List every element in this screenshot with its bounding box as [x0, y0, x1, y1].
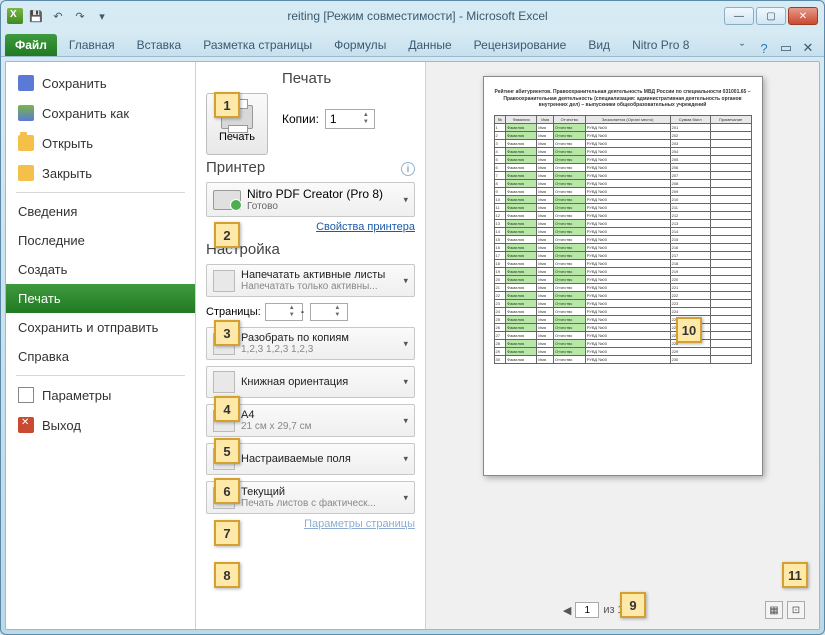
nav-print[interactable]: Печать — [6, 284, 195, 313]
titlebar: 💾 ↶ ↷ ▾ reiting [Режим совместимости] - … — [1, 1, 824, 31]
preview-page: Рейтинг абитуриентов. Правоохранительная… — [483, 76, 763, 476]
pages-from-spinner[interactable]: ▲▼ — [289, 305, 295, 319]
pages-to-input[interactable] — [310, 303, 348, 321]
backstage: Сохранить Сохранить как Открыть Закрыть … — [5, 61, 820, 630]
tab-insert[interactable]: Вставка — [127, 34, 192, 56]
printer-info-icon[interactable]: i — [401, 162, 415, 176]
window-title: reiting [Режим совместимости] - Microsof… — [111, 9, 724, 23]
close-button[interactable]: ✕ — [788, 7, 818, 25]
nav-save[interactable]: Сохранить — [6, 68, 195, 98]
printer-select[interactable]: Nitro PDF Creator (Pro 8) Готово — [206, 182, 415, 217]
callout-1: 1 — [214, 92, 240, 118]
qat-save-icon[interactable]: 💾 — [27, 7, 45, 25]
tab-view[interactable]: Вид — [578, 34, 620, 56]
save-icon — [18, 75, 34, 91]
exit-icon — [18, 417, 34, 433]
quick-access-toolbar: 💾 ↶ ↷ ▾ — [7, 7, 111, 25]
zoom-to-page-button[interactable]: ⊡ — [787, 601, 805, 619]
qat-custom-icon[interactable]: ▾ — [93, 7, 111, 25]
printer-icon — [213, 190, 241, 210]
prev-page-button[interactable]: ◀ — [563, 604, 571, 617]
print-preview: Рейтинг абитуриентов. Правоохранительная… — [426, 62, 819, 629]
printer-heading: Принтер — [206, 159, 415, 176]
callout-2: 2 — [214, 222, 240, 248]
maximize-button[interactable]: ▢ — [756, 7, 786, 25]
ribbon-tabs: Файл Главная Вставка Разметка страницы Ф… — [1, 31, 824, 57]
nav-help[interactable]: Справка — [6, 342, 195, 371]
saveas-icon — [18, 105, 34, 121]
nav-share[interactable]: Сохранить и отправить — [6, 313, 195, 342]
close-icon — [18, 165, 34, 181]
tab-review[interactable]: Рецензирование — [464, 34, 577, 56]
open-icon — [18, 135, 34, 151]
app-window: 💾 ↶ ↷ ▾ reiting [Режим совместимости] - … — [0, 0, 825, 635]
tab-home[interactable]: Главная — [59, 34, 125, 56]
close-workbook-icon[interactable]: ✕ — [800, 40, 816, 56]
callout-5: 5 — [214, 438, 240, 464]
opt-orientation[interactable]: Книжная ориентация — [206, 366, 415, 398]
pages-to-spinner[interactable]: ▲▼ — [334, 305, 340, 319]
restore-down-icon[interactable]: ▭ — [778, 40, 794, 56]
qat-undo-icon[interactable]: ↶ — [49, 7, 67, 25]
tab-layout[interactable]: Разметка страницы — [193, 34, 322, 56]
excel-icon — [7, 8, 23, 24]
backstage-nav: Сохранить Сохранить как Открыть Закрыть … — [6, 62, 196, 629]
tab-nitro[interactable]: Nitro Pro 8 — [622, 34, 699, 56]
tab-file[interactable]: Файл — [5, 34, 57, 56]
opt-what-to-print[interactable]: Напечатать активные листыНапечатать толь… — [206, 264, 415, 297]
ribbon-minimize-icon[interactable]: ˇ — [734, 40, 750, 56]
callout-11: 11 — [782, 562, 808, 588]
print-heading: Печать — [282, 70, 415, 87]
nav-close[interactable]: Закрыть — [6, 158, 195, 188]
page-number-input[interactable] — [575, 602, 599, 618]
nav-info[interactable]: Сведения — [6, 197, 195, 226]
copies-spinner[interactable]: ▲▼ — [363, 112, 369, 126]
callout-8: 8 — [214, 562, 240, 588]
tab-data[interactable]: Данные — [398, 34, 461, 56]
pages-from-input[interactable] — [265, 303, 303, 321]
qat-redo-icon[interactable]: ↷ — [71, 7, 89, 25]
callout-4: 4 — [214, 396, 240, 422]
window-controls: — ▢ ✕ — [724, 7, 818, 25]
sheets-icon — [213, 270, 235, 292]
tab-formulas[interactable]: Формулы — [324, 34, 396, 56]
nav-options[interactable]: Параметры — [6, 380, 195, 410]
callout-3: 3 — [214, 320, 240, 346]
options-icon — [18, 387, 34, 403]
show-margins-button[interactable]: ▦ — [765, 601, 783, 619]
callout-10: 10 — [676, 317, 702, 343]
nav-recent[interactable]: Последние — [6, 226, 195, 255]
copies-label: Копии: — [282, 112, 319, 126]
nav-exit[interactable]: Выход — [6, 410, 195, 440]
nav-saveas[interactable]: Сохранить как — [6, 98, 195, 128]
callout-9: 9 — [620, 592, 646, 618]
nav-new[interactable]: Создать — [6, 255, 195, 284]
help-icon[interactable]: ? — [756, 40, 772, 56]
minimize-button[interactable]: — — [724, 7, 754, 25]
callout-7: 7 — [214, 520, 240, 546]
nav-open[interactable]: Открыть — [6, 128, 195, 158]
callout-6: 6 — [214, 478, 240, 504]
orientation-icon — [213, 371, 235, 393]
pages-range: Страницы: ▲▼ - ▲▼ — [206, 303, 415, 321]
